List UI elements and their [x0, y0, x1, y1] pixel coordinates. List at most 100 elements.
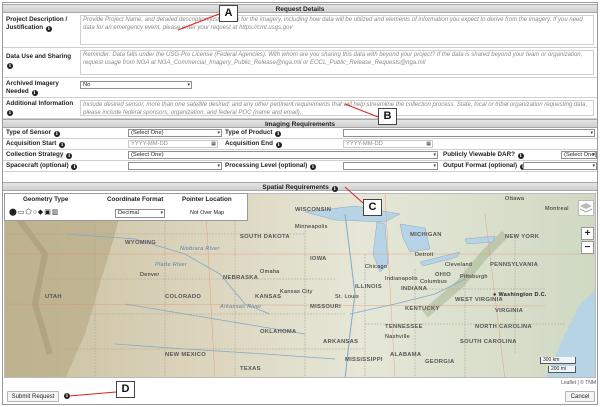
map-label-state: OKLAHOMA — [260, 329, 297, 335]
map-label-state: ALABAMA — [390, 352, 422, 358]
map-label-city: Montreal — [545, 206, 569, 212]
info-icon[interactable]: i — [275, 142, 282, 148]
data-use-row: Data Use and Sharing i Reminder: Data fa… — [3, 48, 597, 78]
map-label-state: COLORADO — [165, 294, 202, 300]
spacecraft-select[interactable]: ▾ — [128, 162, 222, 170]
additional-label: Additional Information i — [6, 100, 74, 116]
map-label-state: SOUTH DAKOTA — [240, 234, 290, 240]
imaging-row-4: Spacecraft (optional) i ▾ Processing Lev… — [3, 161, 597, 172]
info-icon[interactable]: i — [7, 62, 13, 69]
request-details-header: Request Details — [3, 4, 597, 13]
map-label-river: Niobrara River — [180, 246, 220, 252]
spatial-requirements-header: Spatial Requirements i — [3, 182, 597, 192]
map-label-city: Pittsburgh — [460, 274, 488, 280]
map-label-city: St. Louis — [335, 294, 360, 300]
map-label-river: Platte River — [155, 262, 188, 268]
info-icon[interactable]: i — [66, 153, 73, 159]
calendar-icon[interactable]: ▦ — [211, 141, 216, 147]
coordinate-format-select[interactable]: Decimal ▾ — [115, 209, 165, 218]
archived-row: Archived Imagery Needed i No ▾ — [3, 78, 597, 98]
chevron-down-icon: ▾ — [592, 152, 595, 158]
project-description-input[interactable]: Provide Project Name, and detailed descr… — [80, 15, 594, 45]
map-label-city: Omaha — [260, 269, 280, 275]
map-label-state: MICHIGAN — [410, 232, 442, 238]
callout-b: B — [378, 108, 397, 125]
additional-input[interactable]: Include desired sensor, more than one sa… — [80, 100, 594, 116]
map-tools-panel: Geometry Type Coordinate Format Pointer … — [4, 193, 248, 221]
map-label-state: UTAH — [45, 294, 62, 300]
data-use-input[interactable]: Reminder: Data falls under the USG-Pro L… — [80, 50, 594, 75]
map-label-state: KANSAS — [255, 294, 282, 300]
map-label-river: Arkansas River — [220, 304, 262, 310]
map-label-state: SOUTH CAROLINA — [460, 339, 517, 345]
archived-select[interactable]: No ▾ — [80, 81, 192, 89]
publicly-viewable-label: Publicly Viewable DAR? i — [443, 151, 524, 159]
spacecraft-label: Spacecraft (optional) i — [6, 162, 78, 170]
map-label-city: Chicago — [365, 264, 388, 270]
info-icon[interactable]: i — [517, 153, 524, 159]
layers-icon[interactable] — [578, 200, 594, 216]
map-label-state: MISSOURI — [310, 304, 342, 310]
map-label-city: Ottawa — [505, 196, 525, 202]
type-of-sensor-select[interactable]: (Select One) ▾ — [128, 129, 222, 137]
chevron-down-icon: ▾ — [160, 210, 163, 216]
geometry-tools: ⬤▭⬠○◆▣▥ — [9, 208, 59, 216]
chevron-down-icon: ▾ — [433, 163, 436, 169]
map-label-state: INDIANA — [401, 286, 428, 292]
type-of-sensor-label: Type of Sensor i — [6, 129, 60, 137]
map-label-city: Nashville — [385, 334, 411, 340]
project-description-label: Project Description / Justification i — [6, 16, 68, 32]
map-label-state: NEW MEXICO — [165, 352, 207, 358]
trash-icon[interactable]: ▥ — [52, 209, 60, 216]
map-label-city: ● Washington D.C. — [493, 292, 547, 298]
type-of-product-select[interactable]: ▾ — [343, 129, 595, 137]
info-icon[interactable]: i — [275, 131, 282, 137]
info-icon[interactable]: i — [309, 164, 316, 170]
map-label-state: IOWA — [310, 256, 327, 262]
data-use-label: Data Use and Sharing i — [6, 53, 72, 69]
acquisition-start-label: Acquisition Start i — [6, 140, 66, 148]
zoom-in-button[interactable]: + — [581, 227, 594, 240]
zoom-out-button[interactable]: − — [581, 241, 594, 254]
map-label-state: ARKANSAS — [323, 339, 359, 345]
archived-label: Archived Imagery Needed i — [6, 80, 59, 96]
info-icon[interactable]: i — [71, 164, 78, 170]
map-label-city: Cleveland — [445, 262, 473, 268]
info-icon[interactable]: i — [331, 186, 338, 192]
processing-level-select[interactable]: ▾ — [343, 162, 438, 170]
info-icon[interactable]: i — [59, 142, 66, 148]
map-terrain — [5, 194, 595, 377]
spatial-requirements-title: Spatial Requirements — [262, 184, 329, 191]
cancel-button[interactable]: Cancel — [565, 391, 595, 402]
acquisition-end-input[interactable]: YYYY-MM-DD ▦ — [343, 140, 433, 148]
collection-strategy-select[interactable]: (Select One) ▾ — [128, 151, 438, 159]
chevron-down-icon: ▾ — [217, 163, 220, 169]
info-icon[interactable]: i — [31, 89, 38, 96]
processing-level-label: Processing Level (optional) i — [225, 162, 316, 170]
output-format-select[interactable]: ▾ — [523, 162, 597, 170]
imaging-requirements-title: Imaging Requirements — [264, 121, 336, 128]
chevron-down-icon: ▾ — [217, 130, 220, 136]
pointer-location-value: Not Over Map — [190, 210, 225, 216]
imaging-row-3: Collection Strategy i (Select One) ▾ Publ… — [3, 150, 597, 161]
imaging-requirements-header: Imaging Requirements — [3, 119, 597, 128]
imaging-row-1: Type of Sensor i (Select One) ▾ Type of P… — [3, 128, 597, 139]
map-attribution: Leaflet | © TNM — [561, 380, 596, 386]
info-icon[interactable]: i — [53, 131, 60, 137]
map-label-state: ILLINOIS — [355, 284, 382, 290]
submit-request-button[interactable]: Submit Request — [7, 391, 59, 402]
polygon-icon[interactable]: ⬠ — [25, 209, 32, 216]
map-label-state: MISSISSIPPI — [345, 357, 383, 363]
marker-icon[interactable]: ⬤ — [9, 209, 18, 216]
info-icon[interactable]: i — [64, 393, 70, 399]
info-icon[interactable]: i — [7, 109, 13, 116]
map-label-state: KENTUCKY — [405, 306, 440, 312]
info-icon[interactable]: i — [45, 25, 52, 32]
chevron-down-icon: ▾ — [592, 163, 595, 169]
calendar-icon[interactable]: ▦ — [426, 141, 431, 147]
additional-row: Additional Information i Include desired… — [3, 98, 597, 119]
publicly-viewable-select[interactable]: (Select One) ▾ — [561, 151, 597, 159]
acquisition-start-input[interactable]: YYYY-MM-DD ▦ — [128, 140, 218, 148]
upload-icon[interactable]: ▣ — [44, 209, 52, 216]
map-label-state: WISCONSIN — [295, 207, 332, 213]
